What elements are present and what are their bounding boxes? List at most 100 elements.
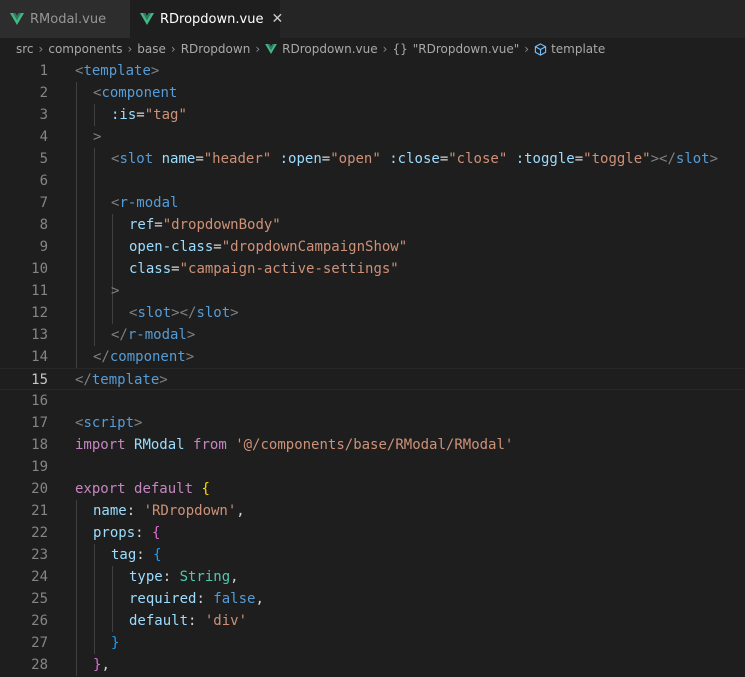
code-token: default xyxy=(134,481,194,497)
code-line[interactable]: 20 export default { xyxy=(0,478,745,500)
breadcrumb-item[interactable]: RDropdown.vue xyxy=(282,42,378,56)
code-text: <slot name="header" :open="open" :close=… xyxy=(111,148,718,170)
code-text: tag: { xyxy=(111,544,162,566)
chevron-right-icon: › xyxy=(382,42,388,56)
close-icon[interactable]: ✕ xyxy=(271,11,283,27)
code-token: , xyxy=(236,503,245,519)
code-line[interactable]: 24 type: String, xyxy=(0,566,745,588)
tab-rmodal[interactable]: RModal.vue xyxy=(0,0,130,38)
code-line[interactable]: 14 </component> xyxy=(0,346,745,368)
line-number: 20 xyxy=(31,481,48,497)
code-line[interactable]: 1 <template> xyxy=(0,60,745,82)
chevron-right-icon: › xyxy=(255,42,261,56)
indent-guide xyxy=(76,280,77,302)
breadcrumb-item[interactable]: "RDropdown.vue" xyxy=(413,42,520,56)
code-line[interactable]: 17 <script> xyxy=(0,412,745,434)
code-token: = xyxy=(171,261,180,277)
code-token: > xyxy=(159,372,168,388)
indent-guide xyxy=(76,104,77,126)
code-line[interactable]: 16 xyxy=(0,390,745,412)
code-line[interactable]: 10 class="campaign-active-settings" xyxy=(0,258,745,280)
code-line[interactable]: 11 > xyxy=(0,280,745,302)
code-text: name: 'RDropdown', xyxy=(93,500,245,522)
code-line[interactable]: 8 ref="dropdownBody" xyxy=(0,214,745,236)
indent-guide xyxy=(76,126,77,148)
code-line[interactable]: 12 <slot></slot> xyxy=(0,302,745,324)
code-line[interactable]: 22 props: { xyxy=(0,522,745,544)
indent-guide xyxy=(94,170,95,192)
braces-icon: {} xyxy=(392,42,408,56)
code-line[interactable]: 2 <component xyxy=(0,82,745,104)
code-token: : xyxy=(196,591,214,607)
breadcrumb-item[interactable]: src xyxy=(16,42,34,56)
code-token: { xyxy=(152,525,161,541)
code-token: : xyxy=(126,503,144,519)
indent-guide xyxy=(76,82,77,104)
line-number: 4 xyxy=(39,129,48,145)
breadcrumb-item[interactable]: RDropdown xyxy=(181,42,251,56)
indent-guide xyxy=(76,214,77,236)
indent-guide xyxy=(94,544,95,566)
code-token: name xyxy=(161,151,196,167)
code-line[interactable]: 7 <r-modal xyxy=(0,192,745,214)
code-line[interactable]: 4 > xyxy=(0,126,745,148)
code-text: <r-modal xyxy=(111,192,178,214)
line-number: 17 xyxy=(31,415,48,431)
code-token: template xyxy=(91,372,160,388)
breadcrumb-item[interactable]: components xyxy=(48,42,122,56)
code-editor[interactable]: 1 <template> 2 <component 3:is="tag" 4 >5 <slot… xyxy=(0,60,745,677)
code-line[interactable]: 19 xyxy=(0,456,745,478)
line-number: 19 xyxy=(31,459,48,475)
code-token: export xyxy=(75,481,126,497)
code-token: ></ xyxy=(650,151,676,167)
code-line[interactable]: 27} xyxy=(0,632,745,654)
code-line[interactable]: 26 default: 'div' xyxy=(0,610,745,632)
code-line[interactable]: 5 <slot name="header" :open="open" :close… xyxy=(0,148,745,170)
indent-guide xyxy=(94,192,95,214)
code-line[interactable]: 28}, xyxy=(0,654,745,676)
code-line[interactable]: 23 tag: { xyxy=(0,544,745,566)
code-line[interactable]: 6 xyxy=(0,170,745,192)
code-line[interactable]: 15 </template> xyxy=(0,368,745,390)
code-token: ref xyxy=(129,217,155,233)
indent-guide xyxy=(112,236,113,258)
breadcrumb-item[interactable]: template xyxy=(551,42,605,56)
code-text: :is="tag" xyxy=(111,104,187,126)
code-line[interactable]: 21 name: 'RDropdown', xyxy=(0,500,745,522)
code-line[interactable]: 9 open-class="dropdownCampaignShow" xyxy=(0,236,745,258)
code-token: "campaign-active-settings" xyxy=(179,261,399,277)
code-token: : xyxy=(136,547,154,563)
line-number: 6 xyxy=(39,173,48,189)
code-line[interactable]: 25 required: false, xyxy=(0,588,745,610)
code-text: <script> xyxy=(75,412,142,434)
indent-guide xyxy=(76,236,77,258)
indent-guide xyxy=(76,170,77,192)
code-line[interactable]: 18 import RModal from '@/components/base/… xyxy=(0,434,745,456)
indent-guide xyxy=(112,214,113,236)
code-text: open-class="dropdownCampaignShow" xyxy=(129,236,407,258)
code-line[interactable]: 3:is="tag" xyxy=(0,104,745,126)
line-number: 27 xyxy=(31,635,48,651)
tab-rdropdown[interactable]: RDropdown.vue ✕ xyxy=(130,0,283,38)
line-number: 13 xyxy=(31,327,48,343)
indent-guide xyxy=(94,588,95,610)
indent-guide xyxy=(94,610,95,632)
code-text: </component> xyxy=(93,346,194,368)
tab-label: RModal.vue xyxy=(30,11,107,27)
line-number: 26 xyxy=(31,613,48,629)
code-line[interactable]: 13 </r-modal> xyxy=(0,324,745,346)
vue-icon xyxy=(10,13,24,25)
indent-guide xyxy=(94,302,95,324)
chevron-right-icon: › xyxy=(127,42,133,56)
line-number: 16 xyxy=(31,393,48,409)
line-number: 14 xyxy=(31,349,48,365)
code-token: tag xyxy=(111,547,137,563)
code-text: ref="dropdownBody" xyxy=(129,214,281,236)
breadcrumb-item[interactable]: base xyxy=(137,42,166,56)
vue-icon xyxy=(140,13,154,25)
line-number: 5 xyxy=(39,151,48,167)
